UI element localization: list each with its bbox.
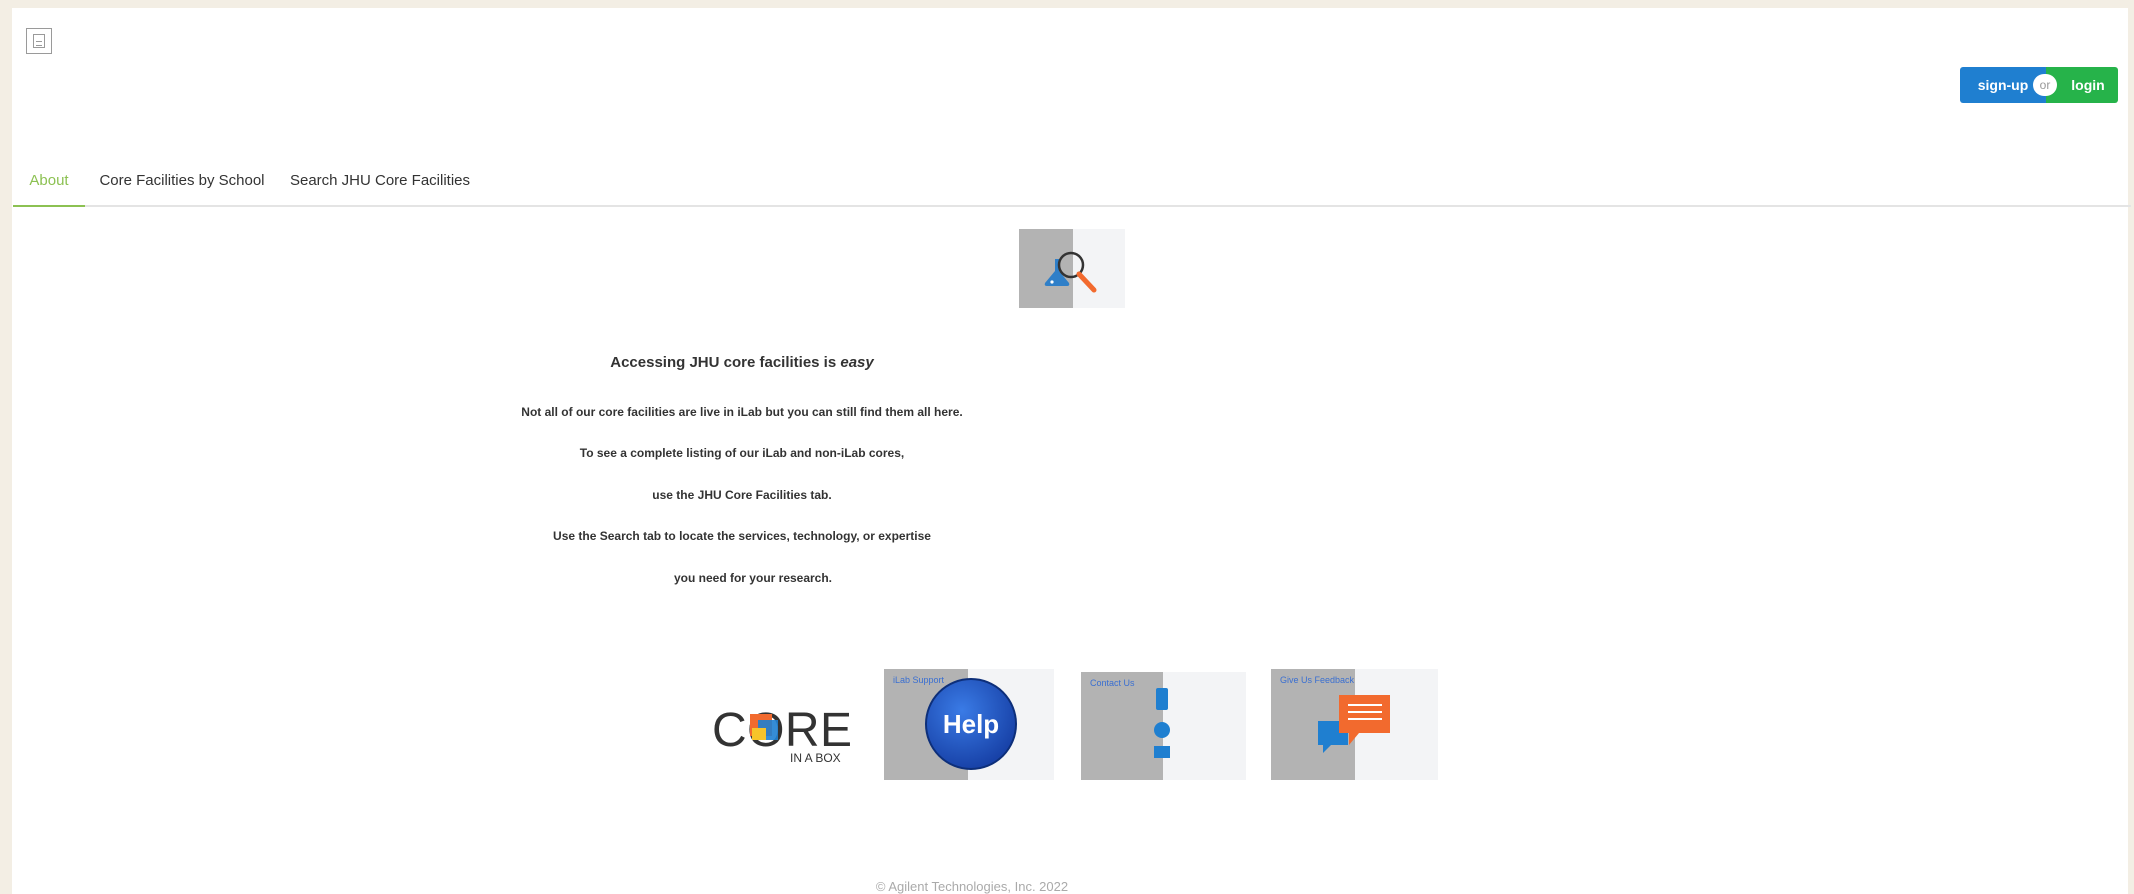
broken-image-icon[interactable]: [26, 28, 52, 54]
phone-icon: [1156, 688, 1168, 710]
or-badge: or: [2033, 74, 2057, 96]
chat-icon: [1154, 722, 1170, 738]
contact-us-link[interactable]: Contact Us: [1081, 672, 1246, 780]
about-line: Not all of our core facilities are live …: [521, 405, 963, 419]
help-icon: Help: [925, 678, 1017, 770]
core-logo-subtext: IN A BOX: [790, 751, 841, 765]
about-line: use the JHU Core Facilities tab.: [652, 488, 832, 502]
about-line: you need for your research.: [673, 571, 833, 585]
help-badge-text: Help: [943, 709, 999, 739]
tab-search-jhu-core-facilities[interactable]: Search JHU Core Facilities: [283, 158, 477, 205]
feedback-link[interactable]: Give Us Feedback: [1271, 669, 1438, 780]
about-text: Accessing JHU core facilities is easy No…: [272, 348, 1212, 585]
mail-icon: [1154, 746, 1170, 758]
copyright: © Agilent Technologies, Inc. 2022: [875, 879, 1069, 894]
core-logo-text: CORE: [712, 704, 852, 757]
core-in-a-box-link[interactable]: CORE IN A BOX: [712, 698, 860, 768]
about-line: Use the Search tab to locate the service…: [553, 529, 931, 543]
page: sign-up login or About Core Facilities b…: [12, 8, 2131, 894]
auth-buttons: sign-up login or: [1960, 67, 2130, 103]
tab-about[interactable]: About: [13, 158, 85, 207]
tab-core-facilities-by-school[interactable]: Core Facilities by School: [93, 158, 271, 205]
speech-bubbles-icon: [1318, 695, 1390, 753]
flask-magnifier-icon: [1019, 229, 1125, 308]
tab-bar: About Core Facilities by School Search J…: [13, 158, 2131, 207]
about-line: To see a complete listing of our iLab an…: [579, 446, 905, 460]
ilab-support-link[interactable]: iLab Support Help: [884, 669, 1054, 780]
about-headline: Accessing JHU core facilities is easy: [610, 354, 874, 371]
